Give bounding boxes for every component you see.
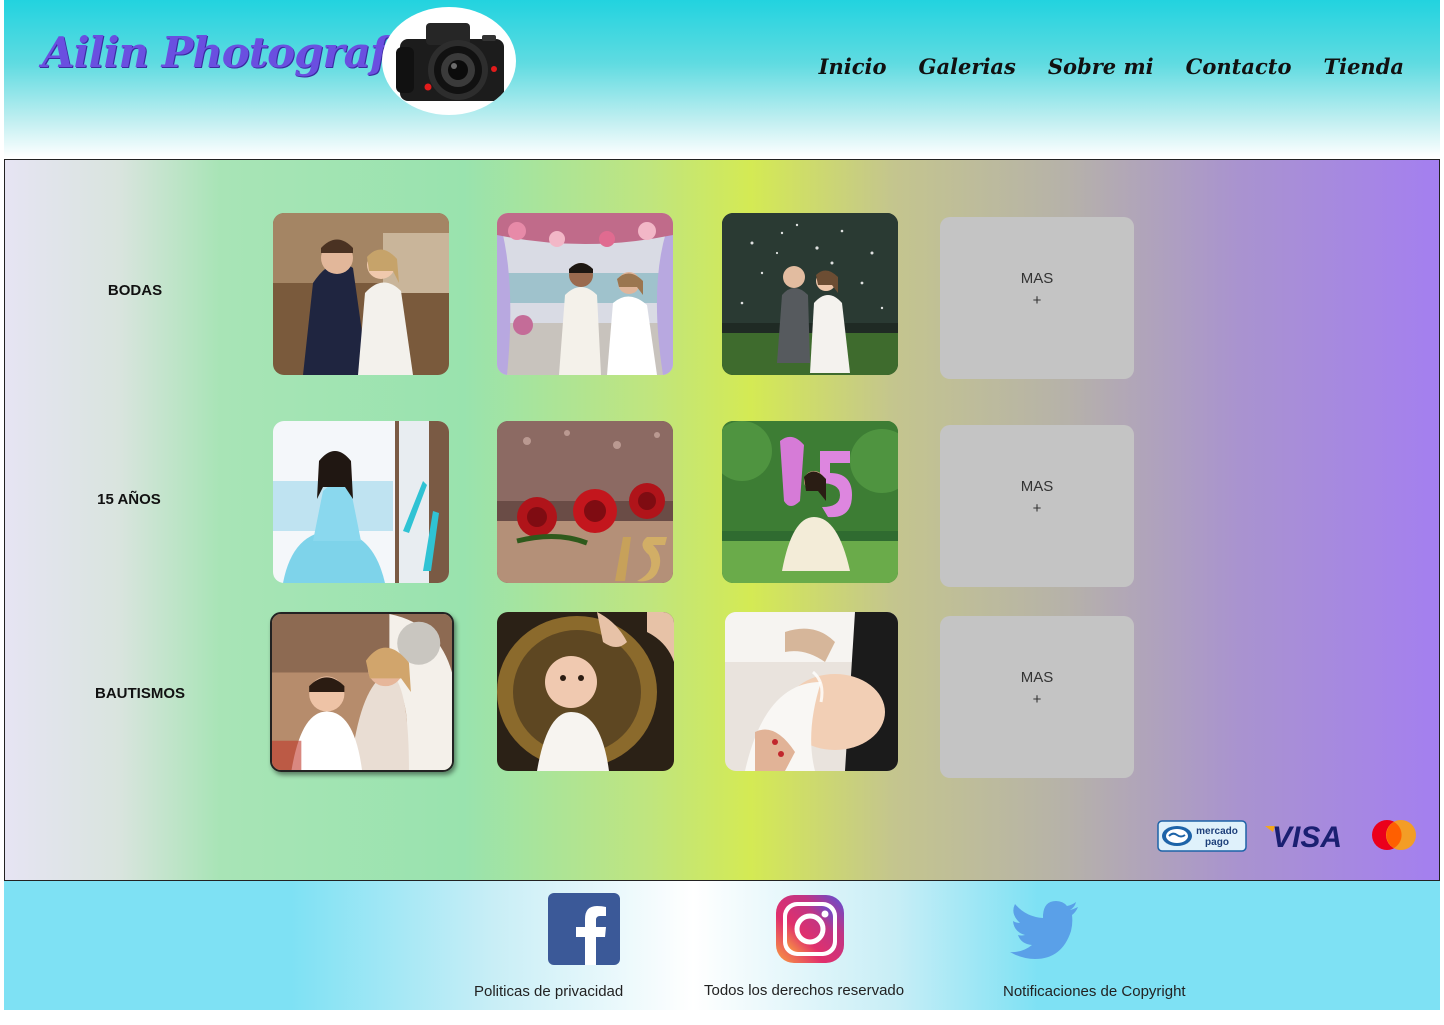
- nav-inicio[interactable]: Inicio: [819, 54, 887, 79]
- mercadopago-logo-icon: mercado pago: [1157, 820, 1247, 852]
- site-header: Ailin Photografh Inicio Galerias Sobre m…: [4, 0, 1440, 158]
- photo-15-2[interactable]: [497, 421, 673, 583]
- plus-icon: +: [1032, 292, 1042, 309]
- camera-logo-icon: [382, 7, 516, 115]
- visa-logo-icon: VISA: [1263, 818, 1345, 854]
- facebook-icon[interactable]: [548, 893, 620, 965]
- category-label-bautismos: BAUTISMOS: [95, 685, 185, 702]
- photo-15-3[interactable]: [722, 421, 898, 583]
- footer-link-privacy[interactable]: Politicas de privacidad: [474, 983, 623, 1000]
- nav-sobre-mi[interactable]: Sobre mi: [1048, 54, 1154, 79]
- twitter-icon[interactable]: [1008, 895, 1080, 967]
- more-label: MAS: [1020, 478, 1054, 495]
- brand-title[interactable]: Ailin Photografh: [42, 28, 417, 77]
- mercadopago-line2: pago: [1205, 837, 1229, 848]
- mercadopago-line1: mercado: [1196, 826, 1238, 837]
- photo-15-1[interactable]: [273, 421, 449, 583]
- gallery-section: BODAS MAS + 15 AÑOS MAS + BAUTISMOS MAS …: [4, 159, 1440, 881]
- mastercard-logo-icon: [1369, 818, 1419, 852]
- photo-bautismo-3[interactable]: [725, 612, 898, 771]
- footer-link-copyright[interactable]: Notificaciones de Copyright: [1003, 983, 1186, 1000]
- photo-boda-2[interactable]: [497, 213, 673, 375]
- visa-text: VISA: [1272, 821, 1342, 854]
- photo-boda-3[interactable]: [722, 213, 898, 375]
- more-label: MAS: [1020, 669, 1054, 686]
- instagram-icon[interactable]: [774, 893, 846, 965]
- more-button-15-anos[interactable]: MAS +: [940, 425, 1134, 587]
- photo-bautismo-1[interactable]: [270, 612, 454, 772]
- more-button-bodas[interactable]: MAS +: [940, 217, 1134, 379]
- nav-galerias[interactable]: Galerias: [919, 54, 1016, 79]
- more-label: MAS: [1020, 270, 1054, 287]
- more-button-bautismos[interactable]: MAS +: [940, 616, 1134, 778]
- plus-icon: +: [1032, 500, 1042, 517]
- plus-icon: +: [1032, 691, 1042, 708]
- footer-link-rights[interactable]: Todos los derechos reservado: [704, 982, 904, 999]
- category-label-15-anos: 15 AÑOS: [97, 491, 161, 508]
- site-footer: Politicas de privacidad Todos los derech…: [4, 881, 1440, 1010]
- main-nav: Inicio Galerias Sobre mi Contacto Tienda: [819, 54, 1404, 79]
- photo-boda-1[interactable]: [273, 213, 449, 375]
- nav-contacto[interactable]: Contacto: [1186, 54, 1292, 79]
- nav-tienda[interactable]: Tienda: [1323, 54, 1404, 79]
- category-label-bodas: BODAS: [107, 282, 163, 299]
- photo-bautismo-2[interactable]: [497, 612, 674, 771]
